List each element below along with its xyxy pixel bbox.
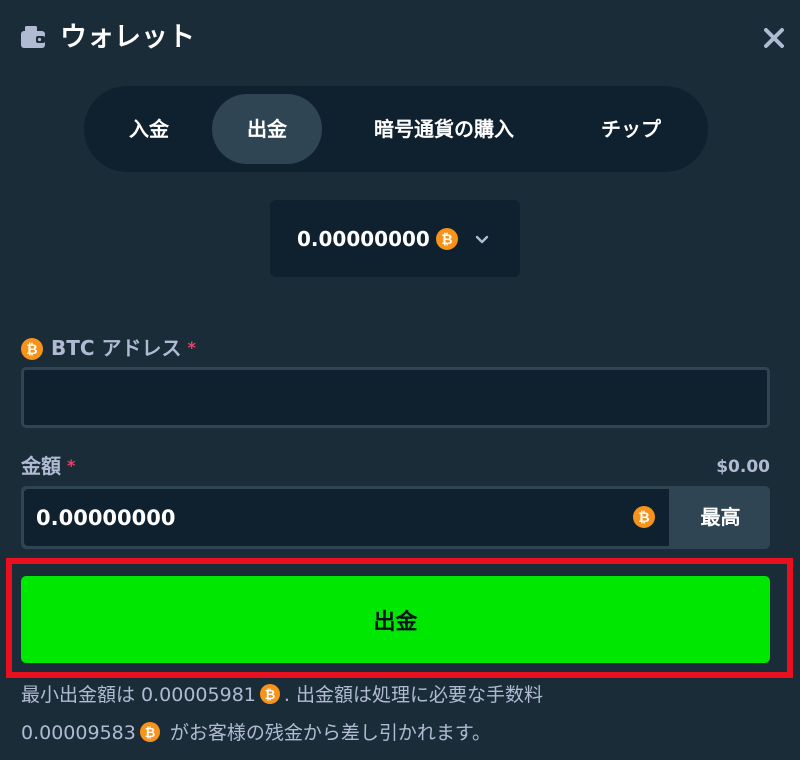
required-marker: * [67,456,76,475]
btc-address-input[interactable] [21,367,770,428]
bitcoin-icon: ₿ [259,683,280,704]
bitcoin-icon: ₿ [139,721,160,742]
bitcoin-icon: ₿ [633,506,655,528]
wallet-tabs: 入金 出金 暗号通貨の購入 チップ [84,86,708,172]
currency-balance-dropdown[interactable]: 0.00000000 ₿ [270,200,520,277]
withdraw-button[interactable]: 出金 [21,576,770,663]
svg-text:₿: ₿ [638,510,649,526]
bitcoin-icon: ₿ [436,228,458,250]
bitcoin-icon: ₿ [21,338,43,360]
withdraw-notice: 最小出金額は 0.00005981 ₿. 出金額は処理に必要な手数料 0.0000… [21,676,761,752]
address-label-text: BTC アドレス [51,336,182,360]
balance-value: 0.00000000 [297,227,430,251]
tab-withdraw[interactable]: 出金 [212,94,322,164]
wallet-icon [21,26,45,48]
svg-text:₿: ₿ [265,688,276,703]
usd-value: $0.00 [716,457,770,477]
wallet-modal: ウォレット 入金 出金 暗号通貨の購入 チップ 0.00000000 ₿ ₿ B… [0,0,800,760]
amount-label-text: 金額 [21,454,61,478]
tab-tip[interactable]: チップ [574,94,688,164]
tab-buy-crypto[interactable]: 暗号通貨の購入 [342,94,546,164]
modal-title: ウォレット [60,22,195,53]
notice-line-2: 0.00009583 ₿ がお客様の残金から差し引かれます。 [21,721,491,744]
tab-deposit[interactable]: 入金 [104,94,194,164]
required-marker: * [187,338,196,357]
amount-label: 金額 * [21,452,75,480]
svg-text:₿: ₿ [441,232,452,248]
close-icon[interactable] [760,24,788,52]
svg-text:₿: ₿ [145,726,156,741]
modal-header: ウォレット [0,0,800,76]
amount-field: ₿ 最高 [21,486,770,549]
amount-input[interactable] [24,489,669,546]
svg-text:₿: ₿ [26,342,37,358]
notice-line-1: 最小出金額は 0.00005981 ₿. 出金額は処理に必要な手数料 [21,683,543,706]
max-button[interactable]: 最高 [671,486,770,549]
chevron-down-icon [475,235,489,244]
